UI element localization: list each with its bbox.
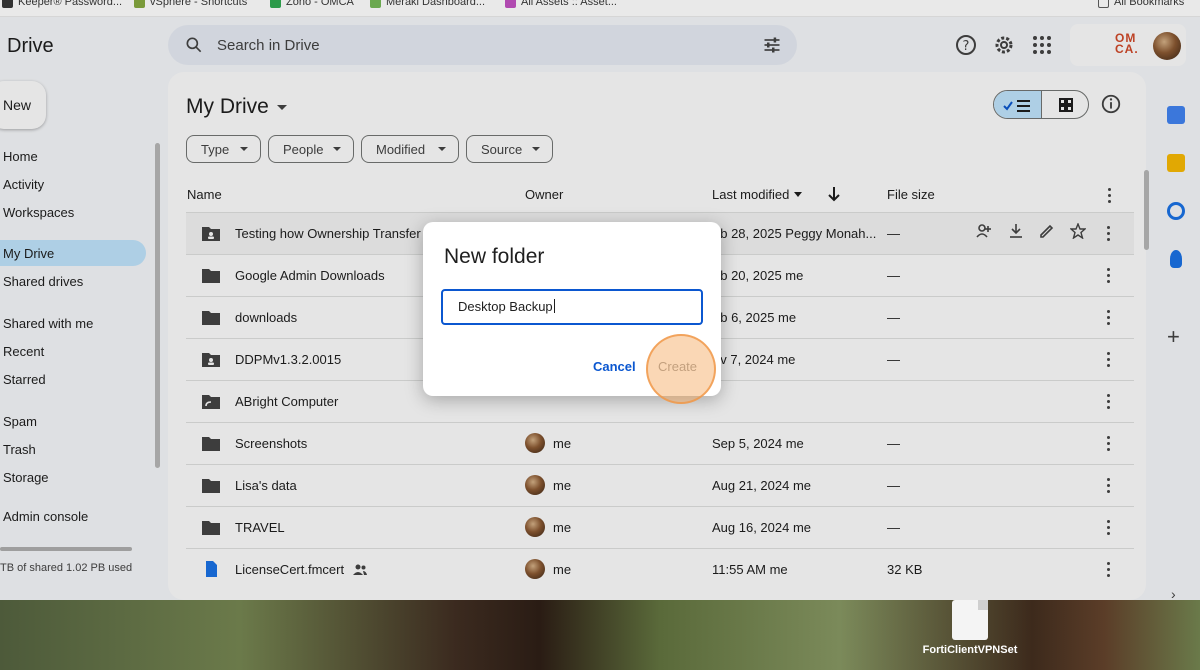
file-icon bbox=[952, 600, 988, 640]
desktop-background bbox=[0, 600, 1200, 670]
zoho-icon bbox=[270, 0, 281, 8]
text-cursor bbox=[553, 299, 555, 313]
bookmark-vsphere[interactable]: vSphere - Shortcuts bbox=[134, 0, 247, 8]
folder-name-input[interactable]: Desktop Backup bbox=[441, 289, 703, 325]
bookmarks-bar: Keeper® Password... vSphere - Shortcuts … bbox=[0, 0, 1200, 17]
click-highlight bbox=[646, 334, 716, 404]
bookmark-keeper[interactable]: Keeper® Password... bbox=[2, 0, 122, 8]
meraki-icon bbox=[370, 0, 381, 8]
folder-icon bbox=[1098, 0, 1109, 8]
vsphere-icon bbox=[134, 0, 145, 8]
all-bookmarks[interactable]: All Bookmarks bbox=[1098, 0, 1184, 8]
bookmark-assets[interactable]: All Assets :: Asset... bbox=[505, 0, 617, 8]
bookmark-meraki[interactable]: Meraki Dashboard... bbox=[370, 0, 485, 8]
desktop-file[interactable]: FortiClientVPNSet bbox=[920, 600, 1020, 670]
keeper-icon bbox=[2, 0, 13, 8]
cancel-button[interactable]: Cancel bbox=[593, 359, 636, 374]
bookmark-zoho[interactable]: Zoho - OMCA bbox=[270, 0, 354, 8]
assets-icon bbox=[505, 0, 516, 8]
dialog-title: New folder bbox=[444, 245, 545, 268]
